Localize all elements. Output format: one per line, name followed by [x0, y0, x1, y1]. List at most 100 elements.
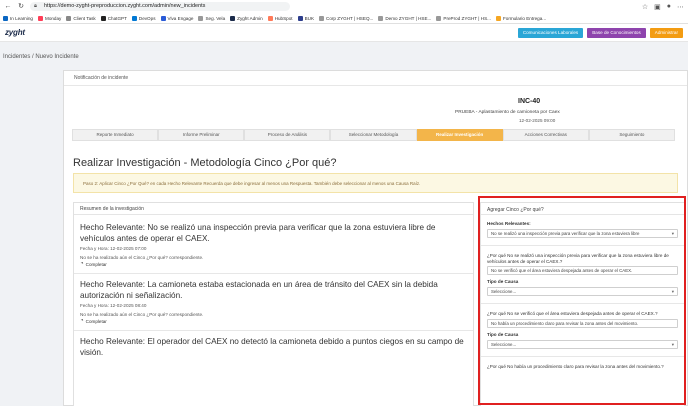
bookmark-favicon-icon [100, 15, 106, 21]
hecho-item: Hecho Relevante: No se realizó una inspe… [74, 223, 473, 267]
administrar-button[interactable]: Administrar [649, 27, 683, 38]
bookmark-item[interactable]: BUK [297, 15, 314, 21]
check-circle-icon: ◔ [80, 318, 84, 324]
hecho-date: Fecha y Hora: 12-02-2025 07:00 [80, 246, 147, 251]
divider [481, 303, 684, 305]
wizard-steps: Reporte Inmediato Informe Preliminar Pro… [72, 129, 675, 141]
zyght-logo[interactable]: zyght [5, 28, 25, 37]
star-icon[interactable]: ☆ [642, 3, 648, 11]
question-3: ¿Por qué No había un procedimiento claro… [487, 363, 664, 369]
divider [74, 330, 473, 331]
step-seguimiento[interactable]: Seguimiento [588, 129, 675, 141]
reload-icon[interactable]: ↻ [17, 3, 25, 11]
step-proceso-analisis[interactable]: Proceso de Análisis [244, 129, 331, 141]
comunicaciones-button[interactable]: Comunicaciones Laborales [517, 27, 584, 38]
hecho-title: Hecho Relevante: La camioneta estaba est… [80, 280, 438, 300]
extensions-icon[interactable]: ▣ [654, 3, 661, 11]
hechos-select[interactable]: No se realizó una inspección previa para… [487, 228, 678, 238]
bookmark-favicon-icon [297, 15, 303, 21]
bookmark-favicon-icon [378, 15, 384, 21]
bookmark-item[interactable]: PreProd ZYGHT | HS... [436, 15, 491, 21]
bookmark-item[interactable]: Corp ZYGHT | HSEQ... [319, 15, 373, 21]
breadcrumb: Incidentes / Nuevo Incidente [3, 54, 79, 60]
bookmark-favicon-icon [198, 15, 204, 21]
url-text: https://demo-zyght-preproduccion.zyght.c… [44, 3, 206, 9]
hecho-item: Hecho Relevante: El operador del CAEX no… [74, 337, 473, 358]
incident-description: PRUEBA - Aplastamiento de camioneta por … [455, 110, 560, 115]
cause-type-select-1[interactable]: Seleccione... ▾ [487, 287, 678, 297]
divider [64, 85, 687, 86]
hecho-status: No se ha realizado aún el Cinco ¿Por qué… [80, 312, 204, 317]
divider [481, 355, 684, 357]
bookmark-item[interactable]: Monday [38, 15, 61, 21]
browser-toolbar: ← ↻ 🔒︎ https://demo-zyght-preproduccion.… [0, 0, 688, 13]
section-title: Realizar Investigación - Metodología Cin… [73, 157, 337, 169]
chevron-down-icon: ▾ [671, 289, 674, 295]
bookmark-favicon-icon [3, 15, 8, 21]
incident-card: Notificación de incidente INC-40 PRUEBA … [63, 70, 688, 406]
bookmark-item[interactable]: Client Task [66, 15, 96, 21]
incident-id: INC-40 [518, 98, 541, 105]
bookmark-item[interactable]: Formulario Entrega... [495, 15, 546, 21]
incident-date: 12-02-2025 09:00 [519, 118, 556, 123]
step-informe-preliminar[interactable]: Informe Preliminar [158, 129, 245, 141]
lock-icon: 🔒︎ [34, 3, 37, 9]
back-icon[interactable]: ← [4, 3, 12, 11]
hecho-title: Hecho Relevante: El operador del CAEX no… [80, 337, 464, 357]
answer-2-input[interactable]: No había un procedimiento claro para rev… [487, 318, 678, 328]
bookmark-item[interactable]: Zyght Admin [230, 15, 263, 21]
app-header: zyght Comunicaciones Laborales Base de C… [0, 24, 688, 42]
cause-type-select-2[interactable]: Seleccione... ▾ [487, 339, 678, 349]
step-acciones-correctivas[interactable]: Acciones Correctivas [502, 129, 589, 141]
answer-1-input[interactable]: No se verificó que el área estuviera des… [487, 266, 678, 276]
summary-panel: Resumen de la investigación Hecho Releva… [73, 202, 474, 406]
bookmark-favicon-icon [436, 15, 442, 21]
cinco-porque-form: Agregar Cinco ¿Por qué? Hechos Relevante… [480, 202, 685, 406]
summary-header: Resumen de la investigación [74, 203, 473, 215]
question-2: ¿Por qué No se verificó que el área estu… [487, 311, 658, 317]
header-buttons: Comunicaciones Laborales Base de Conocim… [517, 27, 683, 38]
hecho-status: No se ha realizado aún el Cinco ¿Por qué… [80, 255, 204, 260]
check-circle-icon: ◔ [80, 261, 84, 267]
bookmark-item[interactable]: Demo ZYGHT | HSE... [378, 15, 431, 21]
divider [74, 273, 473, 274]
bookmark-favicon-icon [267, 15, 273, 21]
bookmark-item[interactable]: ChatGPT [100, 15, 127, 21]
bookmark-item[interactable]: HubSpot [267, 15, 293, 21]
hechos-label: Hechos Relevantes: [487, 221, 531, 226]
completar-link[interactable]: ◔ Completar [80, 318, 467, 324]
card-title: Notificación de incidente [74, 75, 129, 81]
bookmarks-bar: In Learning Monday Client Task ChatGPT D… [0, 13, 688, 24]
bookmark-favicon-icon [66, 15, 72, 21]
base-conocimientos-button[interactable]: Base de Conocimientos [587, 27, 646, 38]
bookmark-item[interactable]: DevOps [131, 15, 156, 21]
hecho-title: Hecho Relevante: No se realizó una inspe… [80, 223, 436, 243]
cause-type-label-2: Tipo de Causa [487, 331, 519, 337]
completar-link[interactable]: ◔ Completar [80, 261, 467, 267]
chevron-down-icon: ▾ [671, 341, 674, 347]
divider [481, 244, 684, 246]
bookmark-item[interactable]: Viva Engage [160, 15, 193, 21]
step-reporte-inmediato[interactable]: Reporte Inmediato [72, 129, 159, 141]
bookmark-favicon-icon [230, 15, 236, 21]
chevron-down-icon: ▾ [671, 230, 674, 236]
question-1: ¿Por qué No se realizó una inspección pr… [487, 252, 669, 264]
bookmark-item[interactable]: In Learning [3, 15, 33, 21]
step-seleccionar-metodologia[interactable]: Seleccionar Metodología [330, 129, 417, 141]
bookmark-favicon-icon [131, 15, 137, 21]
bookmark-favicon-icon [495, 15, 501, 21]
bookmark-favicon-icon [38, 15, 43, 21]
browser-actions: ☆ ▣ ● ⋯ [642, 3, 684, 11]
bookmark-item[interactable]: Seg. Vela [198, 15, 225, 21]
hecho-item: Hecho Relevante: La camioneta estaba est… [74, 280, 473, 324]
bookmark-favicon-icon [319, 15, 325, 21]
cause-type-label-1: Tipo de Causa [487, 279, 519, 285]
menu-icon[interactable]: ⋯ [677, 3, 684, 11]
bookmark-favicon-icon [160, 15, 166, 21]
form-header: Agregar Cinco ¿Por qué? [481, 203, 684, 215]
address-bar[interactable]: 🔒︎ https://demo-zyght-preproduccion.zygh… [30, 2, 290, 11]
profile-icon[interactable]: ● [667, 3, 671, 10]
step-realizar-investigacion[interactable]: Realizar Investigación [416, 129, 503, 141]
instruction-alert: Paso 2: Aplicar Cinco ¿Por Qué? en cada … [73, 173, 678, 193]
hecho-date: Fecha y Hora: 12-02-2025 08:40 [80, 303, 147, 308]
